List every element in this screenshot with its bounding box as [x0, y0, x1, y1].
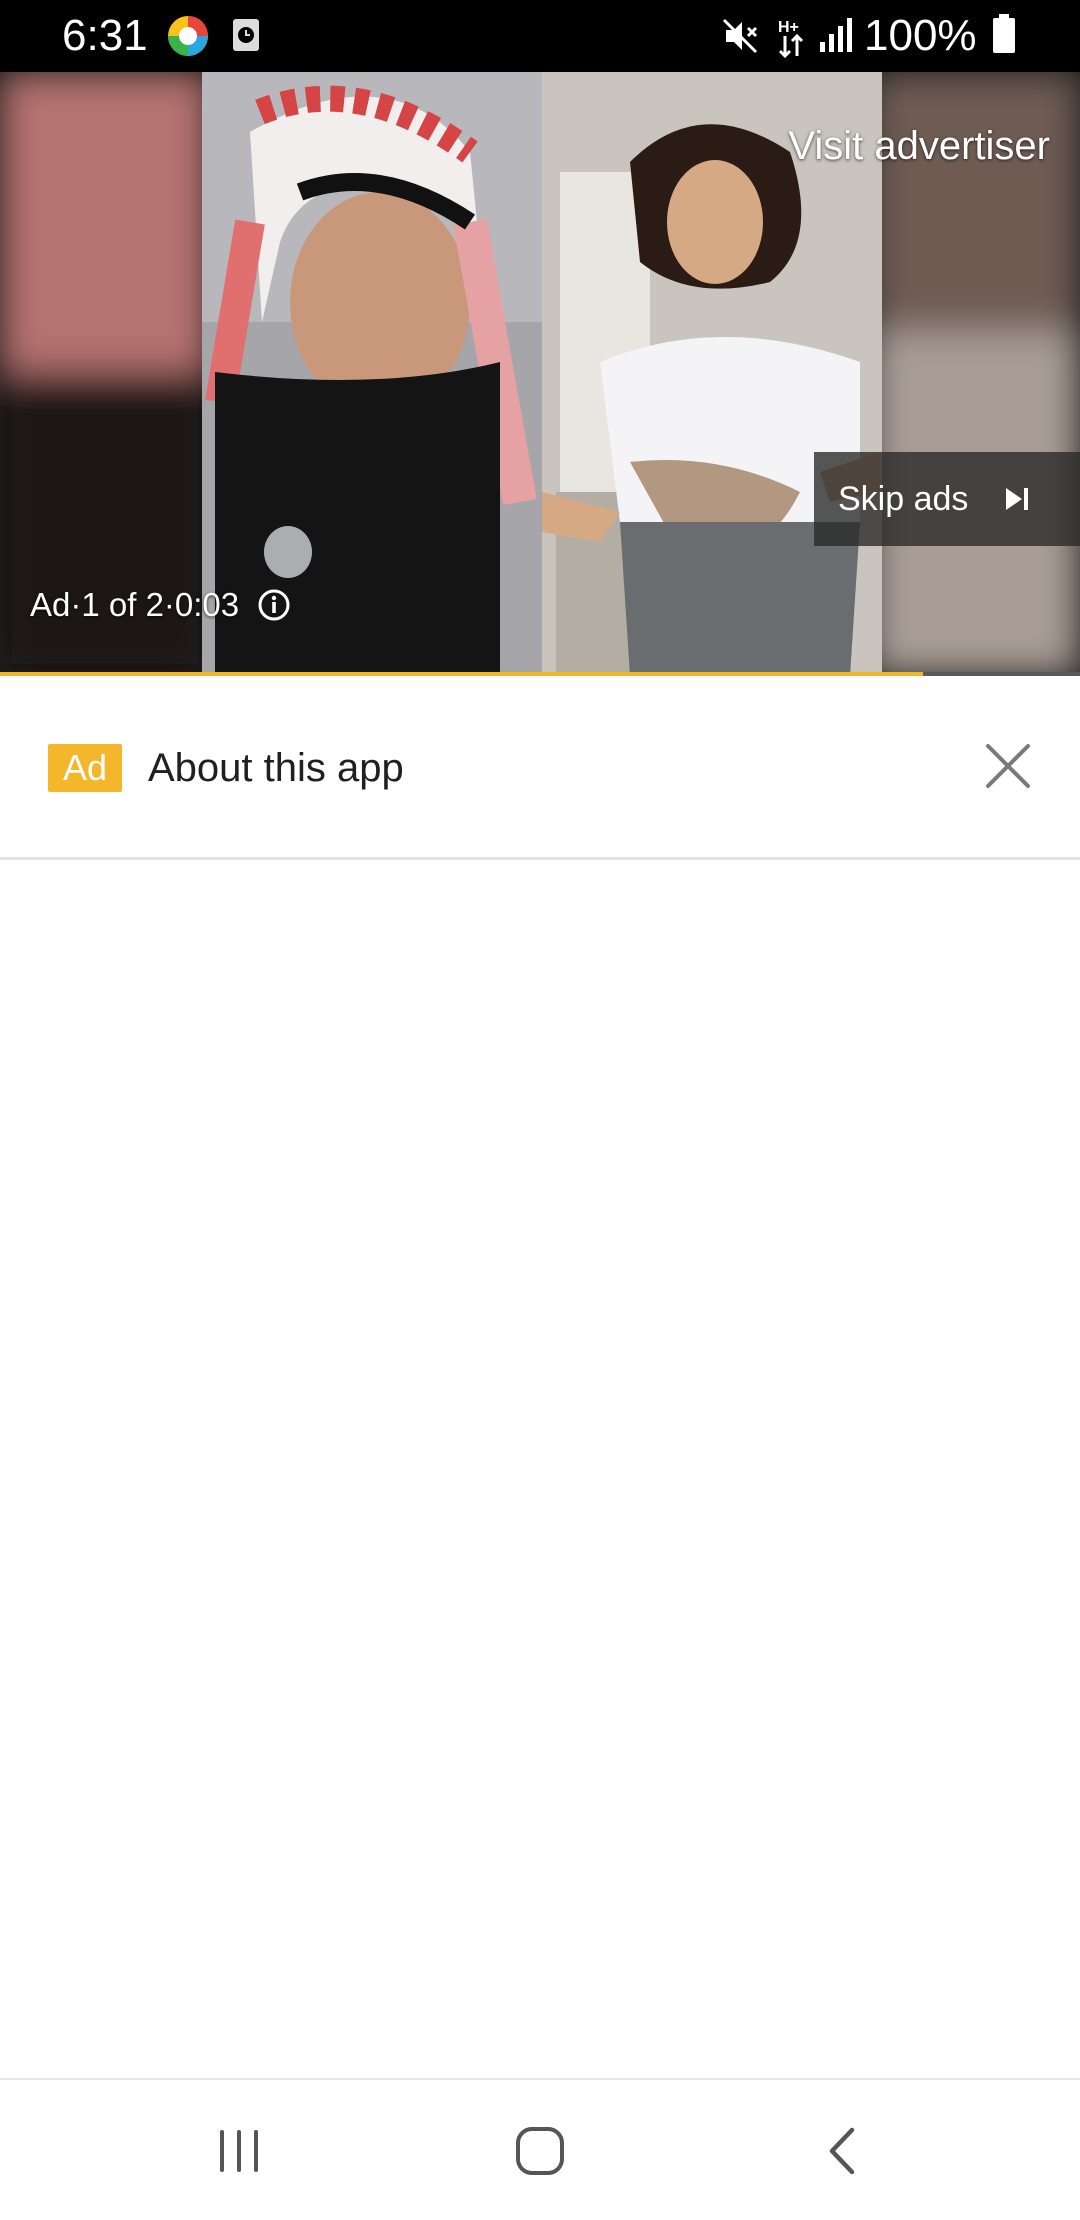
- video-ad-player[interactable]: Visit advertiser Skip ads Ad·1 of 2·0:03: [0, 72, 1080, 676]
- page-title: About this app: [148, 746, 404, 790]
- status-bar: 6:31 H+ 100%: [0, 0, 1080, 72]
- clock-app-icon: [233, 19, 259, 51]
- ad-badge: Ad: [48, 744, 122, 792]
- about-app-header: Ad About this app: [0, 676, 1080, 860]
- signal-icon: [820, 18, 852, 52]
- battery-icon: [993, 14, 1015, 53]
- ad-counter: Ad·1 of 2·0:03: [30, 586, 291, 624]
- back-icon[interactable]: [822, 2124, 862, 2178]
- skip-ads-button[interactable]: Skip ads: [814, 452, 1080, 546]
- close-icon[interactable]: [980, 738, 1036, 794]
- home-icon[interactable]: [514, 2124, 566, 2178]
- mute-icon: [722, 18, 758, 54]
- battery-percent: 100%: [864, 11, 977, 60]
- visit-advertiser-link[interactable]: Visit advertiser: [788, 124, 1050, 169]
- app-notification-icon: [168, 16, 208, 56]
- info-icon[interactable]: [257, 588, 291, 622]
- app-details-content: [0, 863, 1080, 2078]
- recents-icon[interactable]: [216, 2126, 262, 2176]
- ad-counter-text: Ad·1 of 2·0:03: [30, 586, 240, 623]
- navigation-bar: [0, 2078, 1080, 2220]
- status-right-group: H+ 100%: [720, 0, 1080, 72]
- skip-ads-label: Skip ads: [838, 479, 969, 518]
- status-time: 6:31: [62, 11, 148, 60]
- data-transfer-icon: H+: [778, 19, 804, 58]
- skip-next-icon: [1006, 488, 1029, 510]
- svg-text:H+: H+: [778, 19, 799, 36]
